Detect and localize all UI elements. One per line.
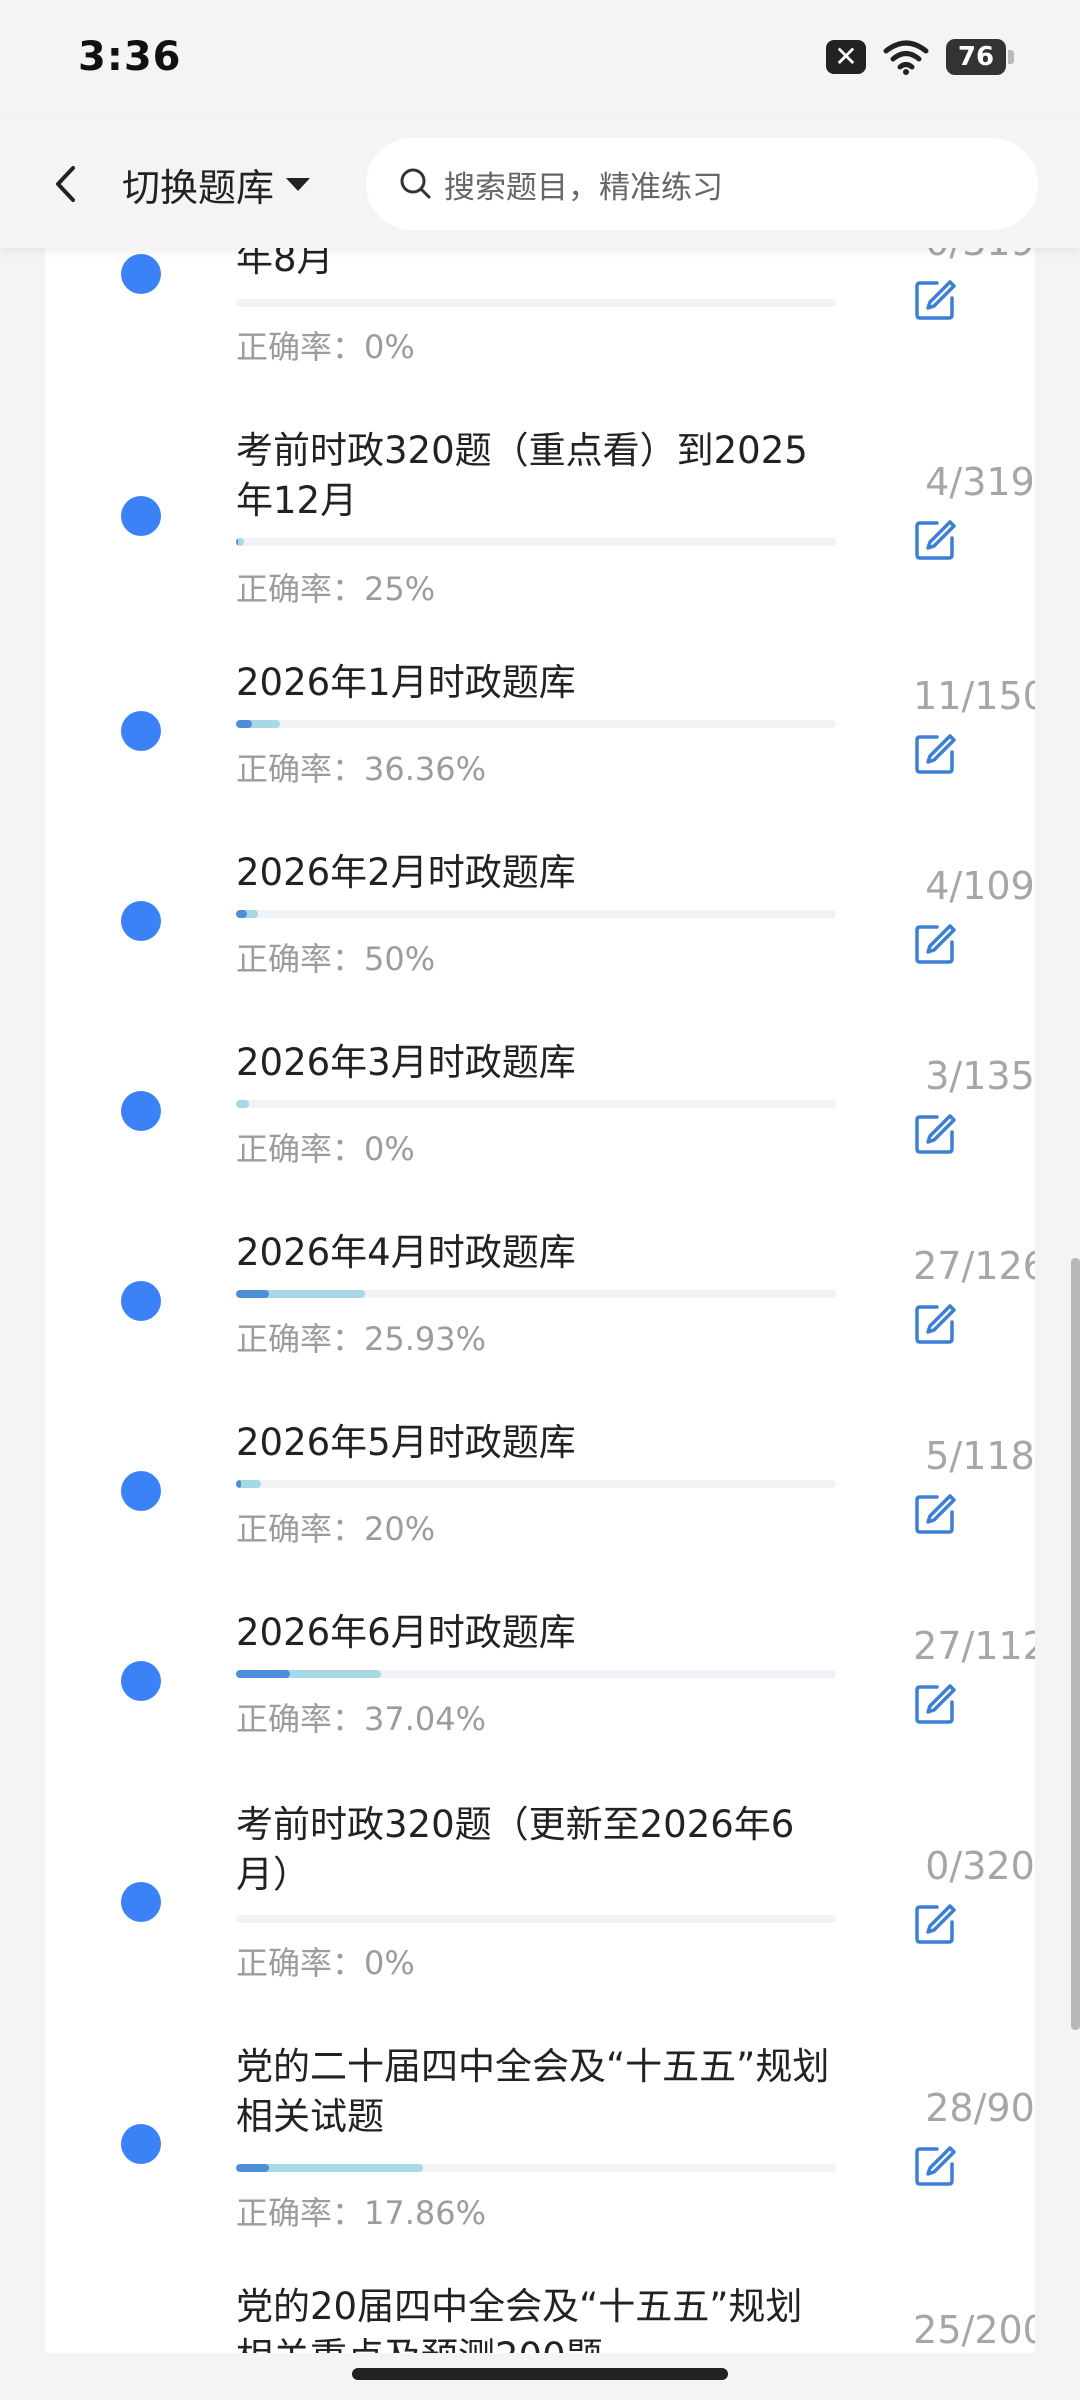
home-indicator[interactable] (352, 2368, 728, 2380)
edit-icon[interactable] (913, 1492, 957, 1536)
status-bar: 3:36 ✕ 76 (0, 0, 1080, 120)
status-dot (121, 1661, 161, 1701)
status-dot (121, 1882, 161, 1922)
bank-title: 2026年6月时政题库 (236, 1611, 576, 1654)
bank-title: 考前时政320题（更新至2026年6月） (236, 1803, 795, 1896)
progress-correct-fill (236, 1670, 290, 1678)
progress-bar (236, 1290, 836, 1298)
progress-count: 25/200 (913, 2308, 1035, 2352)
progress-correct-fill (236, 538, 238, 546)
accuracy-label: 正确率：25.93% (236, 1320, 487, 1358)
progress-total-fill (236, 1100, 250, 1108)
progress-count: 4/319 (925, 460, 1035, 504)
accuracy-label: 正确率：0% (236, 1130, 415, 1168)
bank-title: 党的20届四中全会及“十五五”规划相关重点及预测200题 (236, 2285, 803, 2353)
progress-count: 4/109 (925, 864, 1035, 908)
bank-title: 2026年1月时政题库 (236, 661, 576, 704)
edit-icon[interactable] (913, 1302, 957, 1346)
progress-bar (236, 720, 836, 728)
wifi-icon (883, 40, 929, 75)
bank-title: 2026年4月时政题库 (236, 1231, 576, 1274)
progress-correct-fill (236, 1480, 242, 1488)
bank-title: 年8月 (236, 248, 334, 280)
back-button[interactable] (38, 154, 98, 214)
accuracy-label: 正确率：20% (236, 1510, 436, 1548)
bank-title: 考前时政320题（重点看）到2025年12月 (236, 429, 808, 522)
switch-bank-dropdown[interactable]: 切换题库 (122, 156, 311, 212)
progress-bar (236, 910, 836, 918)
progress-bar (236, 1480, 836, 1488)
accuracy-label: 正确率：36.36% (236, 750, 487, 788)
edit-icon[interactable] (913, 278, 957, 322)
edit-icon[interactable] (913, 1902, 957, 1946)
edit-icon[interactable] (913, 2144, 957, 2188)
bank-title: 2026年2月时政题库 (236, 851, 576, 894)
bank-title: 党的二十届四中全会及“十五五”规划相关试题 (236, 2045, 830, 2138)
back-chevron-icon (56, 166, 75, 202)
progress-count: 27/112 (913, 1624, 1035, 1668)
progress-count: 11/150 (913, 674, 1035, 718)
search-placeholder: 搜索题目，精准练习 (444, 169, 723, 206)
status-dot (121, 1091, 161, 1131)
progress-correct-fill (236, 910, 247, 918)
progress-correct-fill (236, 720, 253, 728)
accuracy-label: 正确率：25% (236, 570, 436, 608)
scrollbar-thumb[interactable] (1071, 1258, 1080, 2030)
accuracy-label: 正确率：0% (236, 1944, 415, 1982)
caret-down-icon (286, 177, 311, 191)
edit-icon[interactable] (913, 922, 957, 966)
bank-title: 2026年3月时政题库 (236, 1041, 576, 1084)
edit-icon[interactable] (913, 732, 957, 776)
status-dot (121, 254, 161, 294)
progress-bar (236, 538, 836, 546)
accuracy-label: 正确率：50% (236, 940, 436, 978)
top-app-bar: 切换题库 搜索题目，精准练习 (0, 120, 1080, 248)
status-icons: ✕ 76 (826, 38, 1014, 76)
accuracy-label: 正确率：0% (236, 328, 415, 366)
bank-title: 2026年5月时政题库 (236, 1421, 576, 1464)
accuracy-label: 正确率：37.04% (236, 1700, 487, 1738)
progress-bar (236, 299, 836, 307)
status-dot (121, 1281, 161, 1321)
edit-icon[interactable] (913, 1112, 957, 1156)
status-dot (121, 901, 161, 941)
progress-bar (236, 1670, 836, 1678)
progress-count: 3/135 (925, 1054, 1035, 1098)
progress-count: 28/90 (925, 2086, 1035, 2130)
progress-count: 27/126 (913, 1244, 1035, 1288)
edit-icon[interactable] (913, 518, 957, 562)
battery-indicator: 76 (946, 39, 1014, 75)
progress-bar (236, 1915, 836, 1923)
status-dot (121, 1471, 161, 1511)
status-dot (121, 496, 161, 536)
accuracy-label: 正确率：17.86% (236, 2194, 487, 2232)
search-input[interactable]: 搜索题目，精准练习 (366, 138, 1038, 230)
status-dot (121, 2124, 161, 2164)
switch-bank-label: 切换题库 (122, 165, 275, 210)
search-icon (400, 168, 431, 199)
progress-correct-fill (236, 1290, 270, 1298)
progress-correct-fill (236, 2164, 270, 2172)
progress-count: 5/118 (925, 1434, 1035, 1478)
progress-bar (236, 2164, 836, 2172)
progress-bar (236, 1100, 836, 1108)
question-bank-list: 年8月 正确率：0% 0/319 考前时政320题（重点看）到2025年12月 … (45, 248, 1035, 2353)
edit-icon[interactable] (913, 1682, 957, 1726)
status-dot (121, 711, 161, 751)
x-box-icon: ✕ (826, 40, 866, 74)
progress-count: 0/319 (840, 248, 1035, 264)
progress-count: 0/320 (925, 1844, 1035, 1888)
status-time: 3:36 (78, 34, 182, 80)
